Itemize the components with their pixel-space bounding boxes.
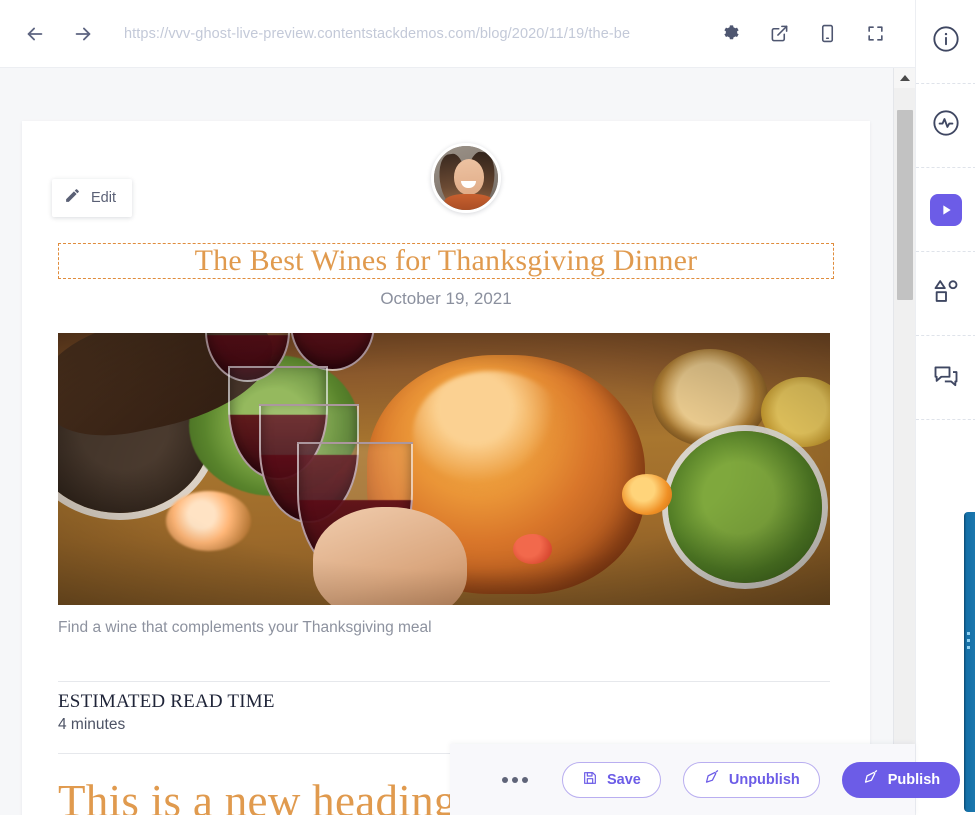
comments-icon: [932, 361, 960, 394]
publish-rocket-icon: [862, 769, 879, 790]
unpublish-rocket-icon: [703, 769, 720, 790]
image-caption: Find a wine that complements your Thanks…: [58, 619, 432, 636]
rail-item-info[interactable]: [915, 0, 975, 84]
browser-toolbar: https://vvv-ghost-live-preview.contentst…: [0, 0, 915, 68]
article-title-field[interactable]: The Best Wines for Thanksgiving Dinner: [58, 243, 834, 279]
save-button[interactable]: Save: [562, 761, 661, 798]
read-time-value: 4 minutes: [58, 716, 126, 733]
unpublish-button[interactable]: Unpublish: [682, 761, 820, 798]
article-title: The Best Wines for Thanksgiving Dinner: [194, 244, 698, 277]
preview-scrollbar[interactable]: [893, 68, 916, 815]
live-preview-app: https://vvv-ghost-live-preview.contentst…: [0, 0, 975, 815]
forward-button[interactable]: [66, 17, 100, 51]
article-card: Edit The Best Wines for Thanksgiving Din…: [22, 121, 870, 815]
mobile-device-icon[interactable]: [809, 16, 845, 52]
caret-up-icon: [900, 75, 910, 81]
hero-image: [58, 333, 830, 605]
entry-action-bar: Save Unpublish Publish: [450, 744, 961, 815]
thanksgiving-table-photo: [58, 333, 830, 605]
shapes-icon: [932, 277, 960, 310]
address-bar-url: https://vvv-ghost-live-preview.contentst…: [124, 25, 631, 42]
save-disk-icon: [582, 770, 598, 790]
rail-item-comments[interactable]: [915, 336, 975, 420]
address-bar[interactable]: https://vvv-ghost-live-preview.contentst…: [124, 16, 703, 52]
grip-dots-icon: [967, 632, 970, 649]
rail-item-live-preview[interactable]: [915, 168, 975, 252]
info-icon: [932, 25, 960, 58]
more-options-button[interactable]: [502, 776, 528, 783]
scrollbar-up-button[interactable]: [894, 68, 916, 88]
browser-actions: [713, 16, 893, 52]
activity-pulse-icon: [932, 109, 960, 142]
settings-gear-icon[interactable]: [713, 16, 749, 52]
save-button-label: Save: [607, 771, 641, 788]
scrollbar-thumb[interactable]: [897, 110, 913, 300]
edit-button[interactable]: Edit: [52, 179, 132, 217]
edit-button-label: Edit: [91, 190, 116, 206]
back-button[interactable]: [18, 17, 52, 51]
section-heading: This is a new heading: [58, 776, 457, 815]
rail-item-components[interactable]: [915, 252, 975, 336]
pencil-icon: [64, 187, 81, 209]
panel-resize-handle[interactable]: [964, 512, 975, 812]
publish-button-label: Publish: [887, 771, 941, 788]
read-time-label: ESTIMATED READ TIME: [58, 691, 275, 712]
author-avatar: [431, 143, 501, 213]
unpublish-button-label: Unpublish: [728, 771, 800, 788]
rail-item-activity[interactable]: [915, 84, 975, 168]
fullscreen-icon[interactable]: [857, 16, 893, 52]
preview-canvas: Edit The Best Wines for Thanksgiving Din…: [0, 68, 893, 815]
divider-top: [58, 681, 830, 682]
play-preview-icon: [929, 193, 962, 226]
article-date: October 19, 2021: [380, 289, 512, 308]
open-external-icon[interactable]: [761, 16, 797, 52]
publish-button[interactable]: Publish: [841, 761, 961, 798]
